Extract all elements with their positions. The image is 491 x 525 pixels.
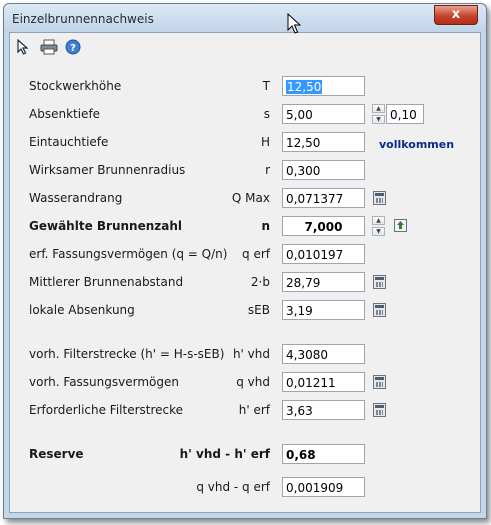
label-brunnenzahl: Gewählte Brunnenzahl	[29, 219, 182, 233]
filterstrecke-erf-input[interactable]: 3,63	[282, 400, 365, 420]
calculator-icon[interactable]	[373, 275, 386, 289]
label-stockwerkhoehe: Stockwerkhöhe	[29, 79, 122, 93]
filterstrecke-vorh-input[interactable]: 4,3080	[282, 344, 365, 364]
wasserandrang-input[interactable]: 0,071377	[282, 188, 365, 208]
svg-text:?: ?	[70, 43, 76, 54]
symbol-q-max: Q Max	[231, 191, 270, 205]
symbol-h-vhd: h' vhd	[232, 347, 270, 361]
absenktiefe-input[interactable]: 5,00	[282, 104, 365, 124]
pointer-icon[interactable]	[13, 37, 33, 57]
calculator-icon[interactable]	[373, 375, 386, 389]
symbol-n: n	[261, 219, 270, 233]
spin-down-icon[interactable]: ▼	[372, 227, 385, 236]
spin-down-icon[interactable]: ▼	[372, 115, 385, 124]
label-reserve: Reserve	[29, 447, 84, 461]
brunnenradius-input[interactable]: 0,300	[282, 160, 365, 180]
symbol-q-vhd: q vhd	[236, 375, 270, 389]
stockwerkhoehe-input[interactable]: 12,50	[282, 76, 365, 96]
symbol-reserve: h' vhd - h' erf	[179, 447, 270, 461]
brunnenabstand-input[interactable]: 28,79	[282, 272, 365, 292]
dialog-body: ? Stockwerkhöhe T 12,50 Absenktiefe s 5,…	[9, 32, 481, 513]
symbol-reserve-q: q vhd - q erf	[196, 480, 270, 494]
fassungsvermoegen-vorh-input[interactable]: 0,01211	[282, 372, 365, 392]
symbol-q-erf: q erf	[242, 247, 270, 261]
reserve-q-input[interactable]: 0,001909	[282, 477, 365, 497]
symbol-h-erf: h' erf	[238, 403, 270, 417]
spin-up-icon[interactable]: ▲	[372, 216, 385, 225]
symbol-seb: sEB	[247, 303, 270, 317]
window-title: Einzelbrunnennachweis	[12, 12, 154, 26]
reserve-input[interactable]: 0,68	[282, 444, 365, 464]
absenktiefe-spinner[interactable]: ▲ ▼	[372, 104, 385, 124]
label-eintauchtiefe: Eintauchtiefe	[29, 135, 109, 149]
symbol-t: T	[262, 79, 270, 93]
printer-icon[interactable]	[39, 37, 59, 57]
vollkommen-label: vollkommen	[379, 138, 455, 151]
absenktiefe-step-input[interactable]: 0,10	[386, 104, 424, 124]
fassungsvermoegen-input[interactable]: 0,010197	[282, 244, 365, 264]
title-bar[interactable]: Einzelbrunnennachweis x	[4, 4, 486, 32]
export-icon[interactable]	[394, 219, 407, 232]
spin-up-icon[interactable]: ▲	[372, 104, 385, 113]
brunnenzahl-spinner[interactable]: ▲ ▼	[372, 216, 385, 236]
brunnenzahl-input[interactable]: 7,000	[282, 216, 365, 236]
calculator-icon[interactable]	[373, 191, 386, 205]
label-absenktiefe: Absenktiefe	[29, 107, 101, 121]
lokale-absenkung-input[interactable]: 3,19	[282, 300, 365, 320]
label-fassungsvermoegen-vorh: vorh. Fassungsvermögen	[29, 375, 179, 389]
label-filterstrecke-vorh: vorh. Filterstrecke (h' = H-s-sEB)	[29, 347, 225, 361]
dialog-window: Einzelbrunnennachweis x ? Stockwerkhöhe …	[3, 3, 487, 519]
symbol-s: s	[263, 107, 270, 121]
close-button[interactable]: x	[434, 5, 478, 25]
label-wasserandrang: Wasserandrang	[29, 191, 123, 205]
mouse-cursor-icon	[287, 12, 302, 39]
help-icon[interactable]: ?	[63, 37, 83, 57]
symbol-h: H	[260, 135, 270, 149]
symbol-r: r	[265, 163, 270, 177]
label-brunnenabstand: Mittlerer Brunnenabstand	[29, 275, 184, 289]
label-fassungsvermoegen: erf. Fassungsvermögen (q = Q/n)	[29, 247, 228, 261]
label-brunnenradius: Wirksamer Brunnenradius	[29, 163, 186, 177]
calculator-icon[interactable]	[373, 403, 386, 417]
eintauchtiefe-input[interactable]: 12,50	[282, 132, 365, 152]
label-lokale-absenkung: lokale Absenkung	[29, 303, 135, 317]
calculator-icon[interactable]	[373, 303, 386, 317]
label-filterstrecke-erf: Erforderliche Filterstrecke	[29, 403, 184, 417]
symbol-2b: 2·b	[250, 275, 270, 289]
